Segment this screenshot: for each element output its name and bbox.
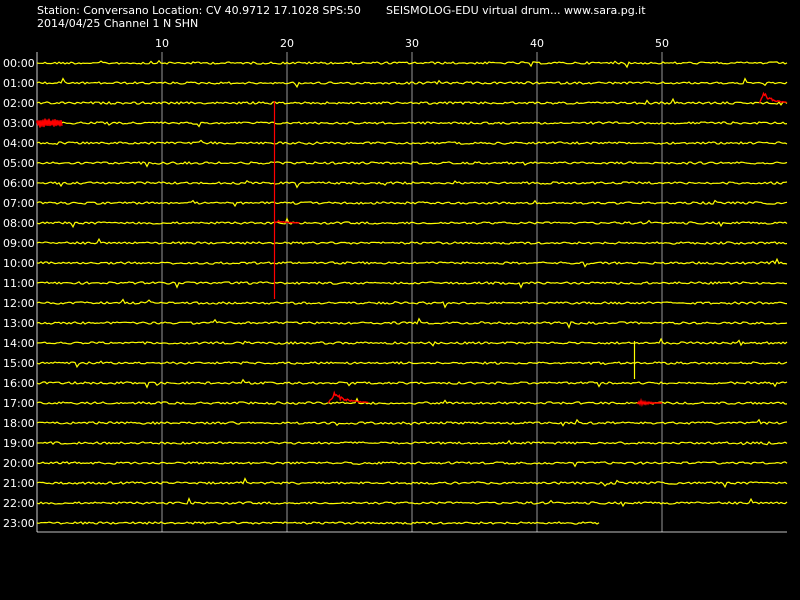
hour-label: 09:00: [3, 237, 35, 250]
x-tick-label: 50: [655, 37, 669, 50]
seismic-event-02:00: [758, 91, 787, 104]
hour-label: 19:00: [3, 437, 35, 450]
hour-label: 16:00: [3, 377, 35, 390]
hour-label: 17:00: [3, 397, 35, 410]
hour-label: 15:00: [3, 357, 35, 370]
x-tick-label: 40: [530, 37, 544, 50]
hour-label: 11:00: [3, 277, 35, 290]
hour-label: 00:00: [3, 57, 35, 70]
hour-label: 02:00: [3, 97, 35, 110]
hour-label: 03:00: [3, 117, 35, 130]
hour-label: 01:00: [3, 77, 35, 90]
x-tick-labels: 10 20 30 40 50: [155, 37, 669, 50]
hour-label: 12:00: [3, 297, 35, 310]
hour-label: 21:00: [3, 477, 35, 490]
hour-label: 05:00: [3, 157, 35, 170]
x-tick-label: 20: [280, 37, 294, 50]
hour-label: 08:00: [3, 217, 35, 230]
hour-label: 06:00: [3, 177, 35, 190]
trace-23:00: [36, 521, 600, 525]
seismogram-drum: 10 20 30 40 50 00:00 01:00 02:00 03:00 04:00 05:0…: [3, 37, 788, 533]
hour-label: 18:00: [3, 417, 35, 430]
seismic-event-03:00: [36, 118, 63, 128]
x-tick-label: 10: [155, 37, 169, 50]
hour-label: 20:00: [3, 457, 35, 470]
seismic-event-17:00: [327, 390, 369, 404]
seismic-event-17:00: [636, 397, 663, 408]
hour-label: 14:00: [3, 337, 35, 350]
hour-label: 23:00: [3, 517, 35, 530]
hour-label: 04:00: [3, 137, 35, 150]
hour-label: 10:00: [3, 257, 35, 270]
y-tick-labels: 00:00 01:00 02:00 03:00 04:00 05:00 06:00 07:00…: [3, 57, 35, 530]
hour-label: 22:00: [3, 497, 35, 510]
hour-label: 13:00: [3, 317, 35, 330]
hour-label: 07:00: [3, 197, 35, 210]
x-tick-label: 30: [405, 37, 419, 50]
